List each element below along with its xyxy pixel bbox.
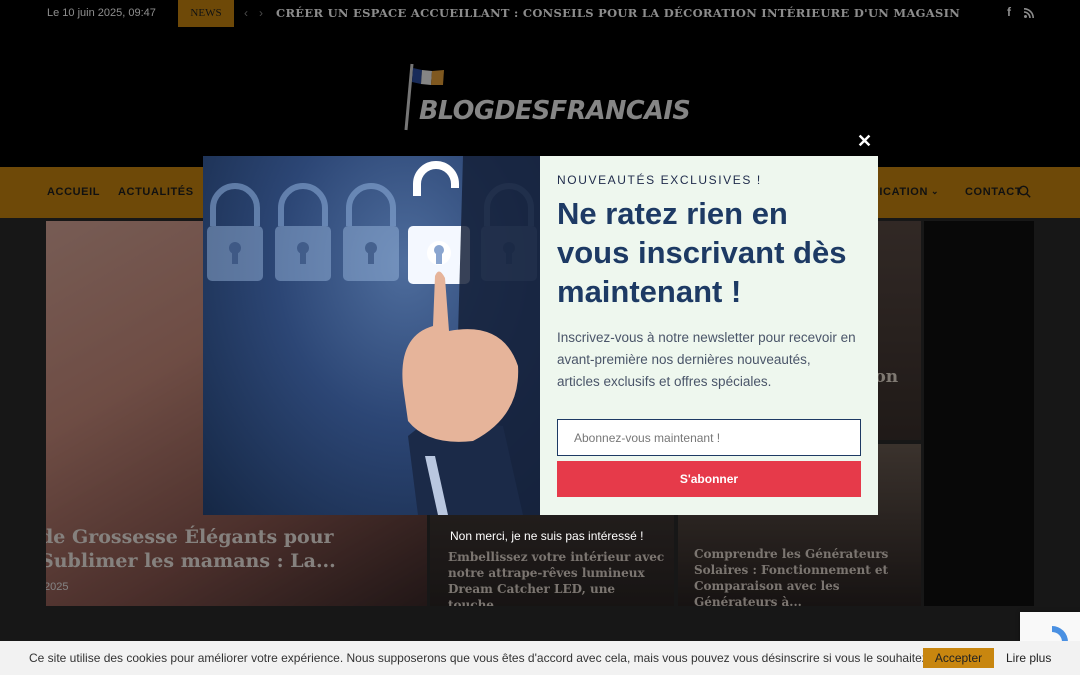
- accept-cookies-button[interactable]: Accepter: [923, 648, 994, 668]
- newsletter-email-input[interactable]: [557, 419, 861, 456]
- decline-link[interactable]: Non merci, je ne suis pas intéressé !: [450, 529, 643, 543]
- newsletter-modal: NOUVEAUTÉS EXCLUSIVES ! Ne ratez rien en…: [203, 156, 878, 515]
- read-more-link[interactable]: Lire plus: [1006, 651, 1051, 665]
- close-icon[interactable]: ✕: [857, 132, 872, 150]
- security-padlock-image: [203, 156, 540, 515]
- modal-eyebrow: NOUVEAUTÉS EXCLUSIVES !: [557, 173, 762, 187]
- cookie-message: Ce site utilise des cookies pour amélior…: [29, 651, 932, 665]
- modal-headline: Ne ratez rien en vous inscrivant dès mai…: [557, 196, 847, 309]
- modal-description: Inscrivez-vous à notre newsletter pour r…: [557, 330, 856, 389]
- subscribe-button[interactable]: S'abonner: [557, 461, 861, 497]
- cookie-consent-bar: Ce site utilise des cookies pour amélior…: [0, 641, 1080, 675]
